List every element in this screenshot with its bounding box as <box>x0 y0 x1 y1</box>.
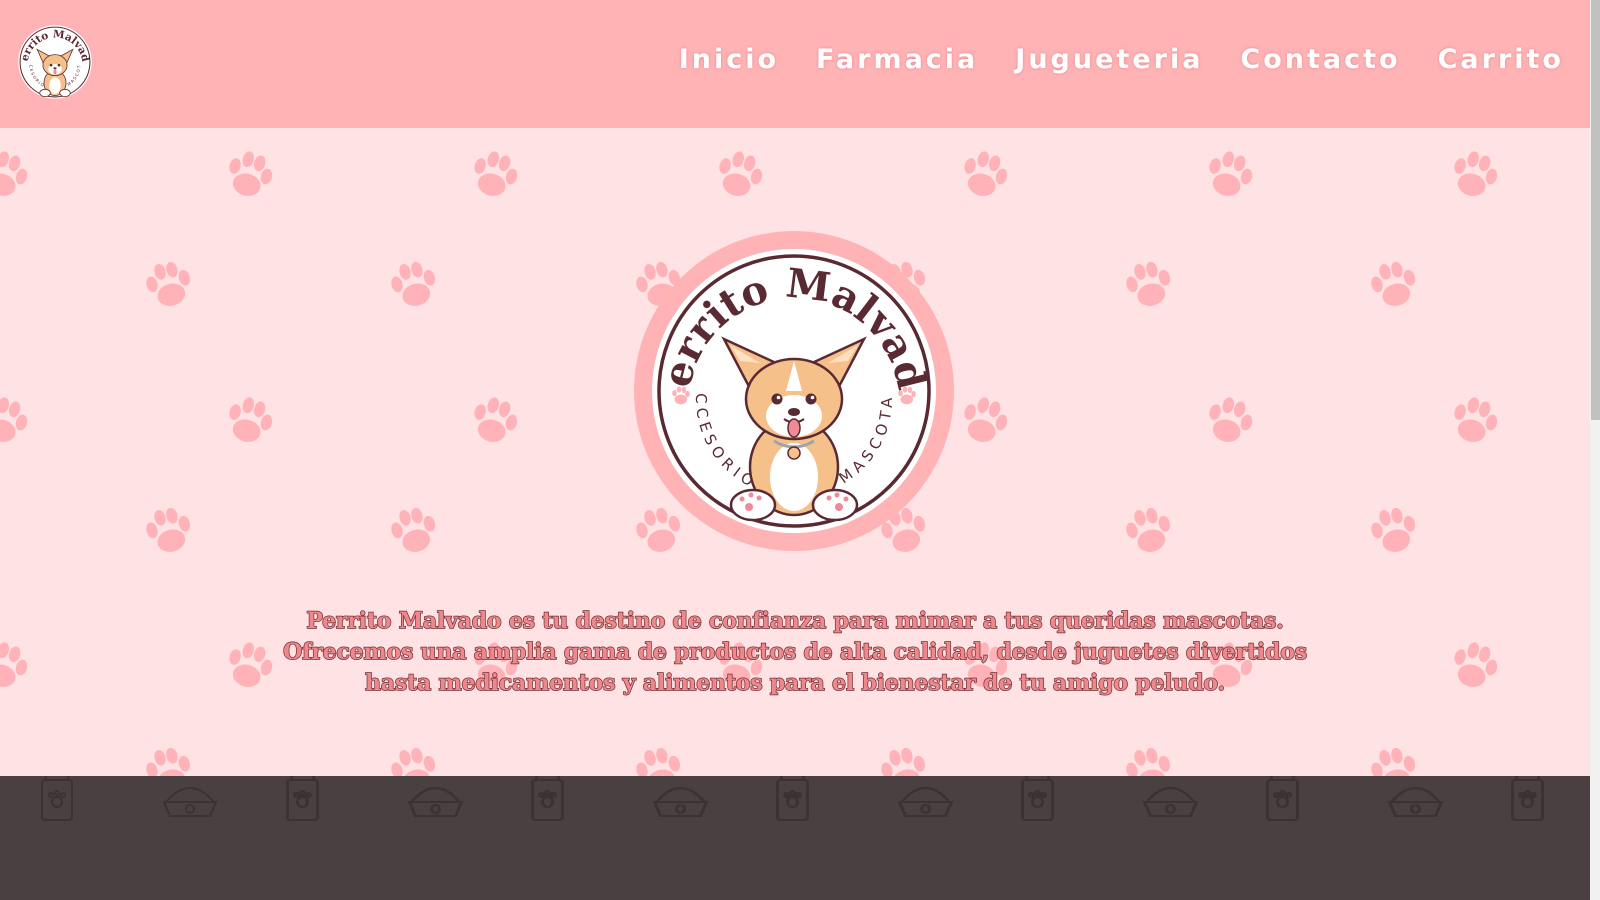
paw-print-icon <box>1454 151 1498 196</box>
paw-print-icon <box>1209 151 1253 196</box>
paw-print-icon <box>0 397 28 442</box>
paw-print-icon <box>229 151 273 196</box>
nav-link-carrito[interactable]: Carrito <box>1438 44 1564 75</box>
paw-print-icon <box>719 151 763 196</box>
footer <box>0 776 1590 900</box>
hero-logo: Perrito Malvado ACCESORIOS PARA MASCOTAS <box>634 231 954 551</box>
food-bag-icon <box>286 776 318 821</box>
paw-print-icon <box>1126 261 1171 306</box>
food-bag-icon <box>776 776 808 821</box>
nav-link-inicio[interactable]: Inicio <box>679 44 779 75</box>
paw-print-icon <box>229 642 273 687</box>
paw-print-icon <box>1454 642 1498 687</box>
navbar: Perrito Malvado ACCESORIOS PARA MASCOTAS <box>0 0 1590 128</box>
food-bag-icon <box>1266 776 1298 821</box>
scrollbar[interactable] <box>1590 0 1600 900</box>
paw-print-icon <box>391 261 436 306</box>
paw-print-icon <box>964 397 1008 442</box>
food-bowl-icon <box>162 787 218 817</box>
hero-section: Perrito Malvado ACCESORIOS PARA MASCOTAS <box>0 128 1590 776</box>
food-bowl-icon <box>1142 787 1198 817</box>
paw-print-icon <box>391 747 436 776</box>
paw-print-icon <box>0 151 28 196</box>
page: Perrito Malvado ACCESORIOS PARA MASCOTAS <box>0 0 1590 900</box>
paw-print-icon <box>1126 507 1171 552</box>
scrollbar-thumb[interactable] <box>1591 0 1600 420</box>
paw-print-icon <box>881 747 926 776</box>
paw-print-icon <box>146 747 191 776</box>
food-bowl-icon <box>652 787 708 817</box>
nav-menu: Inicio Farmacia Jugueteria Contacto Carr… <box>679 44 1564 75</box>
food-bowl-icon <box>407 787 463 817</box>
paw-print-icon <box>1371 261 1416 306</box>
paw-print-icon <box>1454 397 1498 442</box>
paw-print-icon <box>146 261 191 306</box>
paw-print-icon <box>474 397 518 442</box>
paw-print-icon <box>1371 507 1416 552</box>
paw-print-icon <box>391 507 436 552</box>
brand-logo: Perrito Malvado ACCESORIOS PARA MASCOTAS <box>13 20 97 104</box>
paw-print-icon <box>1371 747 1416 776</box>
paw-print-icon <box>964 151 1008 196</box>
nav-link-farmacia[interactable]: Farmacia <box>816 44 978 75</box>
pet-food-background <box>41 776 1544 821</box>
food-bag-icon <box>41 776 73 821</box>
paw-print-icon <box>1126 747 1171 776</box>
food-bowl-icon <box>1387 787 1443 817</box>
food-bag-icon <box>1511 776 1543 821</box>
paw-print-icon <box>1209 397 1253 442</box>
food-bowl-icon <box>897 787 953 817</box>
paw-print-icon <box>474 151 518 196</box>
paw-print-icon <box>0 642 28 687</box>
paw-print-icon <box>229 397 273 442</box>
hero-description: Perrito Malvado es tu destino de confian… <box>282 607 1307 696</box>
nav-link-jugueteria[interactable]: Jugueteria <box>1015 44 1203 75</box>
nav-link-contacto[interactable]: Contacto <box>1240 44 1400 75</box>
food-bag-icon <box>1021 776 1053 821</box>
paw-print-icon <box>636 747 681 776</box>
paw-print-icon <box>146 507 191 552</box>
food-bag-icon <box>531 776 563 821</box>
